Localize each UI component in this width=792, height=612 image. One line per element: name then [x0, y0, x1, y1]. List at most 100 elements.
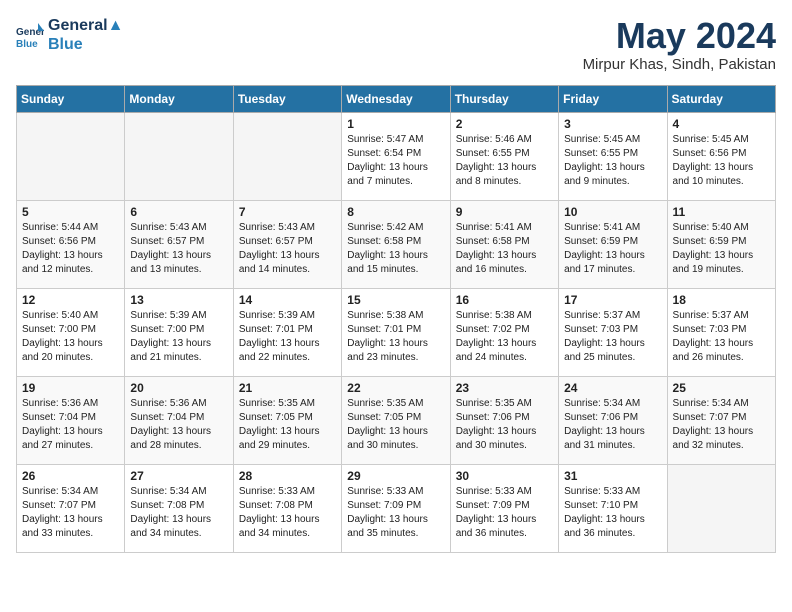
- day-info: Sunrise: 5:47 AM Sunset: 6:54 PM Dayligh…: [347, 133, 444, 189]
- day-info: Sunrise: 5:40 AM Sunset: 6:59 PM Dayligh…: [673, 221, 770, 277]
- day-number: 14: [239, 293, 336, 307]
- day-info: Sunrise: 5:33 AM Sunset: 7:09 PM Dayligh…: [456, 485, 553, 541]
- calendar-header-row: SundayMondayTuesdayWednesdayThursdayFrid…: [17, 85, 776, 112]
- day-number: 23: [456, 381, 553, 395]
- day-info: Sunrise: 5:37 AM Sunset: 7:03 PM Dayligh…: [673, 309, 770, 365]
- calendar-cell: [17, 112, 125, 200]
- calendar-cell: 20 Sunrise: 5:36 AM Sunset: 7:04 PM Dayli…: [125, 376, 233, 464]
- calendar-cell: 28 Sunrise: 5:33 AM Sunset: 7:08 PM Dayli…: [233, 464, 341, 552]
- calendar-cell: 26Sunrise: 5:34 AM Sunset: 7:07 PM Dayli…: [17, 464, 125, 552]
- calendar-cell: 7 Sunrise: 5:43 AM Sunset: 6:57 PM Daylig…: [233, 200, 341, 288]
- day-number: 22: [347, 381, 444, 395]
- logo-icon: General Blue: [16, 21, 44, 49]
- day-info: Sunrise: 5:36 AM Sunset: 7:04 PM Dayligh…: [130, 397, 227, 453]
- calendar-cell: 3 Sunrise: 5:45 AM Sunset: 6:55 PM Daylig…: [559, 112, 667, 200]
- day-number: 17: [564, 293, 661, 307]
- location-subtitle: Mirpur Khas, Sindh, Pakistan: [583, 56, 776, 73]
- day-info: Sunrise: 5:38 AM Sunset: 7:01 PM Dayligh…: [347, 309, 444, 365]
- calendar-week-1: 1Sunrise: 5:47 AM Sunset: 6:54 PM Daylig…: [17, 112, 776, 200]
- calendar-table: SundayMondayTuesdayWednesdayThursdayFrid…: [16, 85, 776, 553]
- day-number: 13: [130, 293, 227, 307]
- day-number: 6: [130, 205, 227, 219]
- day-number: 3: [564, 117, 661, 131]
- day-info: Sunrise: 5:43 AM Sunset: 6:57 PM Dayligh…: [130, 221, 227, 277]
- day-info: Sunrise: 5:35 AM Sunset: 7:06 PM Dayligh…: [456, 397, 553, 453]
- day-number: 20: [130, 381, 227, 395]
- day-info: Sunrise: 5:38 AM Sunset: 7:02 PM Dayligh…: [456, 309, 553, 365]
- day-number: 25: [673, 381, 770, 395]
- day-info: Sunrise: 5:44 AM Sunset: 6:56 PM Dayligh…: [22, 221, 119, 277]
- day-info: Sunrise: 5:45 AM Sunset: 6:55 PM Dayligh…: [564, 133, 661, 189]
- day-number: 5: [22, 205, 119, 219]
- day-info: Sunrise: 5:34 AM Sunset: 7:07 PM Dayligh…: [22, 485, 119, 541]
- calendar-cell: 31 Sunrise: 5:33 AM Sunset: 7:10 PM Dayli…: [559, 464, 667, 552]
- calendar-cell: 13Sunrise: 5:39 AM Sunset: 7:00 PM Dayli…: [125, 288, 233, 376]
- day-number: 8: [347, 205, 444, 219]
- day-info: Sunrise: 5:34 AM Sunset: 7:08 PM Dayligh…: [130, 485, 227, 541]
- calendar-cell: 12 Sunrise: 5:40 AM Sunset: 7:00 PM Dayli…: [17, 288, 125, 376]
- calendar-cell: 15 Sunrise: 5:38 AM Sunset: 7:01 PM Dayli…: [342, 288, 450, 376]
- day-number: 18: [673, 293, 770, 307]
- day-info: Sunrise: 5:34 AM Sunset: 7:07 PM Dayligh…: [673, 397, 770, 453]
- calendar-cell: 11Sunrise: 5:40 AM Sunset: 6:59 PM Dayli…: [667, 200, 775, 288]
- calendar-week-2: 5 Sunrise: 5:44 AM Sunset: 6:56 PM Daylig…: [17, 200, 776, 288]
- calendar-week-4: 19 Sunrise: 5:36 AM Sunset: 7:04 PM Dayli…: [17, 376, 776, 464]
- calendar-cell: 1Sunrise: 5:47 AM Sunset: 6:54 PM Daylig…: [342, 112, 450, 200]
- day-number: 16: [456, 293, 553, 307]
- calendar-cell: 10Sunrise: 5:41 AM Sunset: 6:59 PM Dayli…: [559, 200, 667, 288]
- calendar-cell: 21 Sunrise: 5:35 AM Sunset: 7:05 PM Dayli…: [233, 376, 341, 464]
- calendar-cell: 27Sunrise: 5:34 AM Sunset: 7:08 PM Dayli…: [125, 464, 233, 552]
- calendar-cell: [667, 464, 775, 552]
- day-number: 30: [456, 469, 553, 483]
- day-number: 31: [564, 469, 661, 483]
- calendar-cell: 23 Sunrise: 5:35 AM Sunset: 7:06 PM Dayli…: [450, 376, 558, 464]
- calendar-cell: 22 Sunrise: 5:35 AM Sunset: 7:05 PM Dayli…: [342, 376, 450, 464]
- day-number: 10: [564, 205, 661, 219]
- day-info: Sunrise: 5:34 AM Sunset: 7:06 PM Dayligh…: [564, 397, 661, 453]
- calendar-cell: 16 Sunrise: 5:38 AM Sunset: 7:02 PM Dayli…: [450, 288, 558, 376]
- day-number: 9: [456, 205, 553, 219]
- calendar-cell: 29 Sunrise: 5:33 AM Sunset: 7:09 PM Dayli…: [342, 464, 450, 552]
- day-number: 28: [239, 469, 336, 483]
- svg-text:Blue: Blue: [16, 39, 38, 49]
- weekday-header-thursday: Thursday: [450, 85, 558, 112]
- calendar-cell: 25 Sunrise: 5:34 AM Sunset: 7:07 PM Dayli…: [667, 376, 775, 464]
- weekday-header-monday: Monday: [125, 85, 233, 112]
- calendar-cell: 18 Sunrise: 5:37 AM Sunset: 7:03 PM Dayli…: [667, 288, 775, 376]
- calendar-cell: 17Sunrise: 5:37 AM Sunset: 7:03 PM Dayli…: [559, 288, 667, 376]
- day-info: Sunrise: 5:43 AM Sunset: 6:57 PM Dayligh…: [239, 221, 336, 277]
- calendar-cell: 24Sunrise: 5:34 AM Sunset: 7:06 PM Dayli…: [559, 376, 667, 464]
- day-number: 12: [22, 293, 119, 307]
- calendar-cell: [233, 112, 341, 200]
- calendar-week-5: 26Sunrise: 5:34 AM Sunset: 7:07 PM Dayli…: [17, 464, 776, 552]
- day-info: Sunrise: 5:39 AM Sunset: 7:01 PM Dayligh…: [239, 309, 336, 365]
- weekday-header-saturday: Saturday: [667, 85, 775, 112]
- day-number: 19: [22, 381, 119, 395]
- title-block: May 2024 Mirpur Khas, Sindh, Pakistan: [583, 16, 776, 73]
- day-number: 7: [239, 205, 336, 219]
- calendar-cell: 2Sunrise: 5:46 AM Sunset: 6:55 PM Daylig…: [450, 112, 558, 200]
- day-info: Sunrise: 5:33 AM Sunset: 7:10 PM Dayligh…: [564, 485, 661, 541]
- month-title: May 2024: [583, 16, 776, 56]
- logo-text: General▲ Blue: [48, 16, 123, 54]
- calendar-cell: 4Sunrise: 5:45 AM Sunset: 6:56 PM Daylig…: [667, 112, 775, 200]
- day-info: Sunrise: 5:35 AM Sunset: 7:05 PM Dayligh…: [239, 397, 336, 453]
- page-header: General Blue General▲ Blue May 2024 Mirp…: [16, 16, 776, 73]
- day-number: 15: [347, 293, 444, 307]
- calendar-cell: 6 Sunrise: 5:43 AM Sunset: 6:57 PM Daylig…: [125, 200, 233, 288]
- calendar-cell: 30 Sunrise: 5:33 AM Sunset: 7:09 PM Dayli…: [450, 464, 558, 552]
- day-info: Sunrise: 5:33 AM Sunset: 7:09 PM Dayligh…: [347, 485, 444, 541]
- day-number: 21: [239, 381, 336, 395]
- day-info: Sunrise: 5:42 AM Sunset: 6:58 PM Dayligh…: [347, 221, 444, 277]
- day-info: Sunrise: 5:40 AM Sunset: 7:00 PM Dayligh…: [22, 309, 119, 365]
- calendar-cell: 9Sunrise: 5:41 AM Sunset: 6:58 PM Daylig…: [450, 200, 558, 288]
- weekday-header-wednesday: Wednesday: [342, 85, 450, 112]
- calendar-week-3: 12 Sunrise: 5:40 AM Sunset: 7:00 PM Dayli…: [17, 288, 776, 376]
- day-info: Sunrise: 5:35 AM Sunset: 7:05 PM Dayligh…: [347, 397, 444, 453]
- weekday-header-tuesday: Tuesday: [233, 85, 341, 112]
- day-number: 29: [347, 469, 444, 483]
- day-info: Sunrise: 5:36 AM Sunset: 7:04 PM Dayligh…: [22, 397, 119, 453]
- weekday-header-sunday: Sunday: [17, 85, 125, 112]
- calendar-cell: [125, 112, 233, 200]
- day-info: Sunrise: 5:33 AM Sunset: 7:08 PM Dayligh…: [239, 485, 336, 541]
